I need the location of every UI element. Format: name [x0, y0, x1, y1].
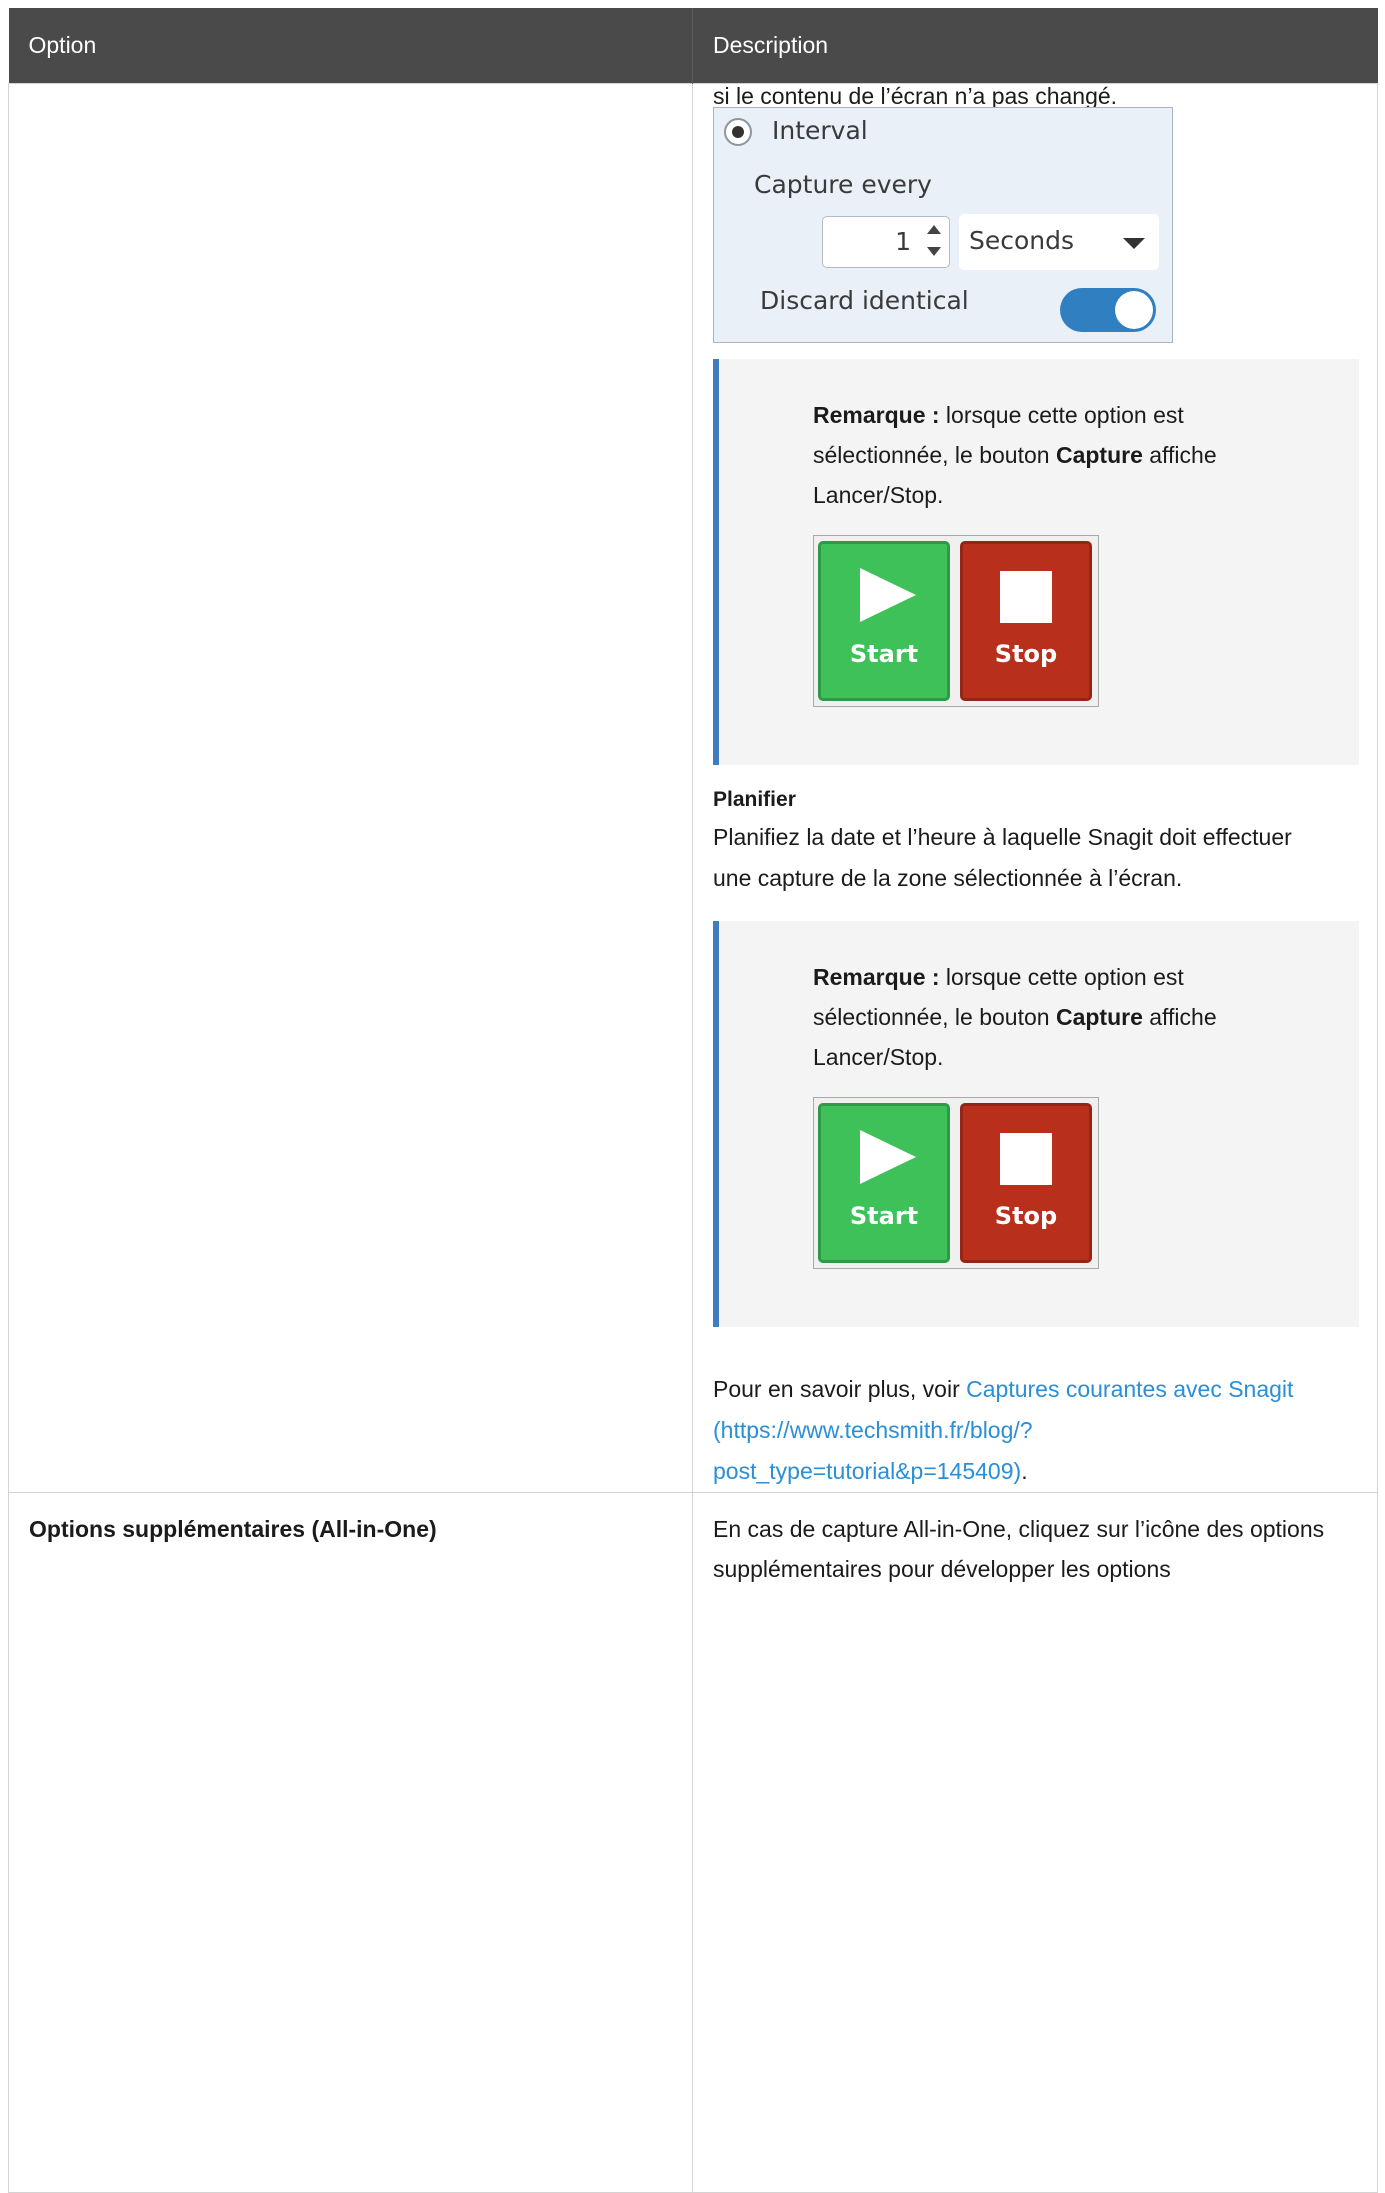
unit-select-value: Seconds — [969, 226, 1075, 255]
note-box: Remarque : lorsque cette option est séle… — [713, 359, 1359, 765]
option-description: En cas de capture All-in-One, cliquez su… — [713, 1516, 1325, 1582]
stop-label: Stop — [994, 640, 1058, 668]
learn-more-text: Pour en savoir plus, voir Captures coura… — [713, 1369, 1313, 1492]
interval-radio-label: Interval — [772, 116, 868, 145]
spinner-value: 1 — [895, 227, 911, 256]
interval-spinner: 1 — [822, 216, 950, 268]
start-button-picture: Start — [818, 541, 950, 701]
stop-button-picture: Stop — [960, 1103, 1092, 1263]
note-text: Remarque : lorsque cette option est séle… — [813, 395, 1313, 515]
stop-icon — [1000, 571, 1052, 623]
description-cell: si le contenu de l’écran n’a pas changé.… — [692, 83, 1378, 1493]
stop-icon — [1000, 1133, 1052, 1185]
start-label: Start — [849, 1202, 919, 1230]
toggle-knob — [1115, 291, 1153, 329]
table-row: Options supplémentaires (All-in-One) En … — [8, 1492, 1378, 2193]
table-row: si le contenu de l’écran n’a pas changé.… — [8, 83, 1378, 1493]
interval-radio-icon — [724, 118, 752, 146]
header-description: Description — [692, 8, 1378, 84]
option-name: Options supplémentaires (All-in-One) — [29, 1516, 437, 1542]
option-cell-empty — [8, 83, 693, 1493]
options-table: Option Description si le contenu de l’éc… — [8, 8, 1378, 2193]
start-button-picture: Start — [818, 1103, 950, 1263]
discard-identical-label: Discard identical — [760, 286, 969, 315]
document-page: Option Description si le contenu de l’éc… — [8, 8, 1378, 2193]
start-stop-image: Start Stop — [813, 535, 1099, 707]
note-box: Remarque : lorsque cette option est séle… — [713, 921, 1359, 1327]
header-option: Option — [8, 8, 693, 84]
play-icon — [860, 1130, 916, 1184]
continuation-text: si le contenu de l’écran n’a pas changé. — [713, 83, 1118, 109]
note-bold-prefix: Remarque : — [813, 402, 940, 428]
learn-more-suffix: . — [1021, 1458, 1028, 1484]
stop-label: Stop — [994, 1202, 1058, 1230]
chevron-down-icon — [1123, 238, 1145, 249]
capture-every-label: Capture every — [754, 170, 932, 199]
note-bold-prefix: Remarque : — [813, 964, 940, 990]
planifier-text: Planifiez la date et l’heure à laquelle … — [713, 824, 1292, 891]
note-bold-capture: Capture — [1055, 1004, 1143, 1030]
start-stop-image: Start Stop — [813, 1097, 1099, 1269]
start-label: Start — [849, 640, 919, 668]
learn-more-prefix: Pour en savoir plus, voir — [713, 1376, 967, 1402]
play-icon — [860, 568, 916, 622]
interval-settings-image: Interval Capture every 1 Seconds Discard… — [713, 107, 1173, 343]
option-cell: Options supplémentaires (All-in-One) — [8, 1492, 693, 2193]
note-text: Remarque : lorsque cette option est séle… — [813, 957, 1313, 1077]
stop-button-picture: Stop — [960, 541, 1092, 701]
unit-select: Seconds — [959, 214, 1159, 270]
discard-identical-toggle — [1060, 288, 1156, 332]
planifier-heading: Planifier — [713, 788, 796, 811]
description-cell: En cas de capture All-in-One, cliquez su… — [692, 1492, 1378, 2193]
spinner-down-icon — [927, 247, 941, 256]
table-header-row: Option Description — [8, 8, 1378, 84]
note-bold-capture: Capture — [1055, 442, 1143, 468]
spinner-up-icon — [927, 225, 941, 234]
